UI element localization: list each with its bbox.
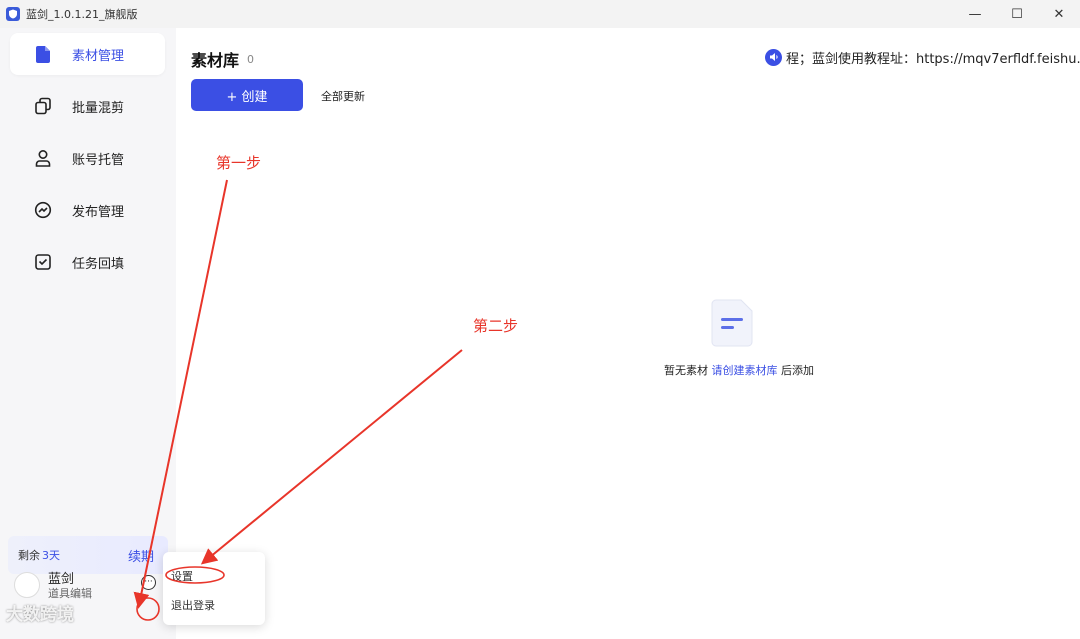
sidebar-item-accounts[interactable]: 账号托管 <box>10 137 165 179</box>
subscription-panel: 剩余 3天 续期 <box>8 536 168 574</box>
logout-menu-item[interactable]: 退出登录 <box>171 597 215 613</box>
watermark: 大数跨境 <box>6 605 74 625</box>
close-button[interactable]: ✕ <box>1038 0 1080 28</box>
renew-link[interactable]: 续期 <box>128 546 154 565</box>
sidebar-item-task-backfill[interactable]: 任务回填 <box>10 241 165 283</box>
title-bar: 蓝剑_1.0.1.21_旗舰版 — ☐ ✕ <box>0 0 1080 28</box>
create-library-link[interactable]: 请创建素材库 <box>712 364 778 377</box>
file-icon <box>34 45 52 63</box>
create-button[interactable]: + 创建 <box>191 79 303 111</box>
sidebar-item-label: 素材管理 <box>72 48 125 64</box>
more-options-icon[interactable]: ··· <box>141 575 156 590</box>
remain-days: 3天 <box>42 549 60 562</box>
sidebar-item-batch-edit[interactable]: 批量混剪 <box>10 85 165 127</box>
user-icon <box>34 149 52 167</box>
sidebar-item-label: 发布管理 <box>72 204 125 220</box>
checkbox-icon <box>34 253 52 271</box>
empty-suffix: 后添加 <box>781 364 814 377</box>
publish-icon <box>34 201 52 219</box>
material-count: 0 <box>247 53 254 66</box>
app-logo-icon <box>6 7 20 21</box>
minimize-button[interactable]: — <box>954 0 996 28</box>
empty-prefix: 暂无素材 <box>664 364 708 377</box>
remain-label: 剩余 <box>18 549 40 562</box>
user-menu-popup: 设置 退出登录 <box>163 552 265 625</box>
step2-arrow <box>200 349 463 565</box>
notice-text: 程；蓝剑使用教程址：https://mqv7erfldf.feishu.cn <box>786 51 1080 67</box>
sidebar-item-label: 批量混剪 <box>72 100 125 116</box>
page-title: 素材库 <box>191 51 240 70</box>
user-subtitle: 道具编辑 <box>48 587 92 600</box>
step2-annotation: 第二步 <box>473 317 519 335</box>
maximize-button[interactable]: ☐ <box>996 0 1038 28</box>
sidebar-item-label: 任务回填 <box>72 256 125 272</box>
copy-icon <box>34 97 52 115</box>
empty-document-icon <box>711 299 753 347</box>
sidebar: 素材管理 批量混剪 账号托管 发布管理 任务回填 剩余 3天 续期 <box>0 28 176 639</box>
step1-annotation: 第一步 <box>216 154 262 172</box>
update-all-button[interactable]: 全部更新 <box>321 88 365 104</box>
settings-menu-item[interactable]: 设置 <box>171 568 193 584</box>
empty-state-text: 暂无素材 请创建素材库 后添加 <box>664 362 814 378</box>
avatar[interactable] <box>14 572 40 598</box>
sidebar-item-material[interactable]: 素材管理 <box>10 33 165 75</box>
sidebar-item-label: 账号托管 <box>72 152 125 168</box>
window-title: 蓝剑_1.0.1.21_旗舰版 <box>26 8 138 21</box>
notice-bar[interactable]: 程；蓝剑使用教程址：https://mqv7erfldf.feishu.cn <box>765 46 1080 68</box>
speaker-icon <box>765 48 782 66</box>
sidebar-item-publish[interactable]: 发布管理 <box>10 189 165 231</box>
